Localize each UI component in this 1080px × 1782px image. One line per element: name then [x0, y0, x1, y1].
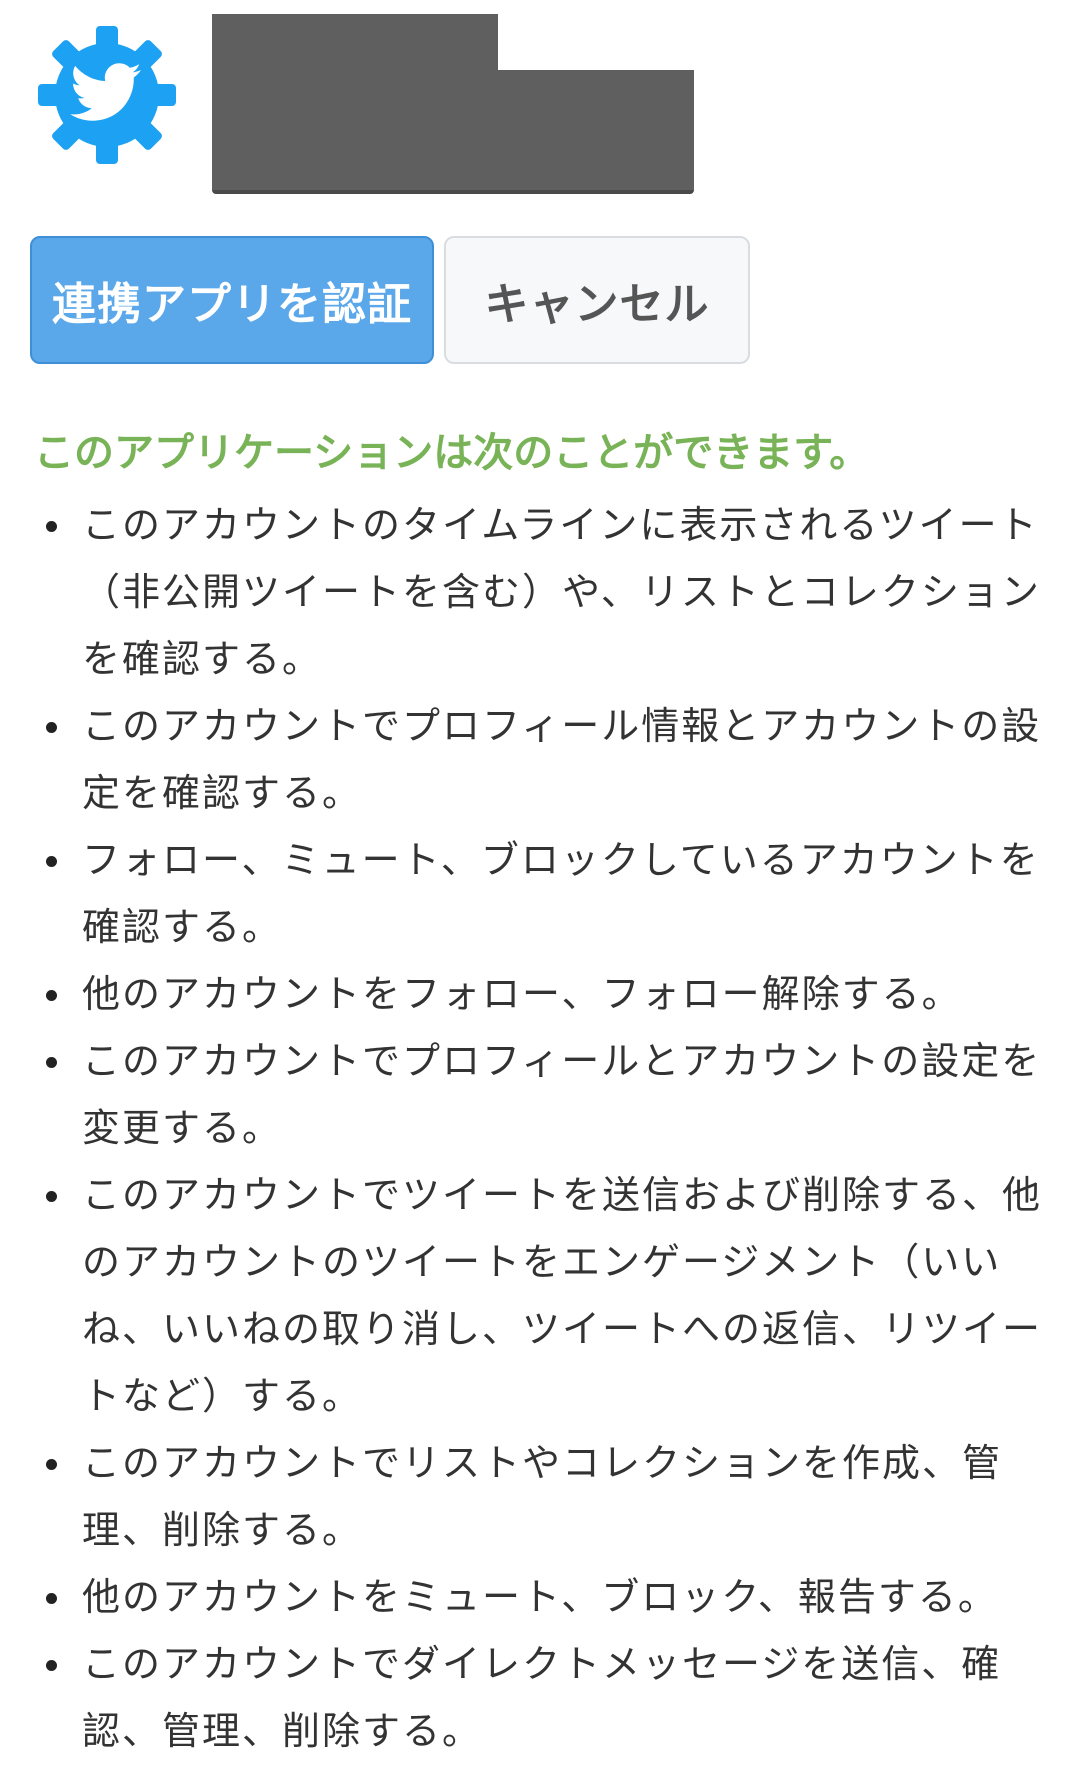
twitter-bird-gear-icon — [38, 26, 176, 164]
permission-text: このアカウントでプロフィールとアカウントの設定を変更する。 — [82, 1039, 1042, 1150]
permission-text: このアカウントでリストやコレクションを作成、管理、削除する。 — [82, 1441, 1003, 1552]
bullet-icon — [46, 1459, 57, 1470]
bullet-icon — [46, 990, 57, 1001]
redacted-app-name — [212, 14, 498, 74]
list-item: このアカウントでツイートを送信および削除する、他のアカウントのツイートをエンゲー… — [0, 1162, 1080, 1430]
cancel-button[interactable]: キャンセル — [444, 236, 750, 364]
list-item: このアカウントでプロフィールとアカウントの設定を変更する。 — [0, 1028, 1080, 1162]
list-item: 他のアカウントをミュート、ブロック、報告する。 — [0, 1564, 1080, 1631]
bullet-icon — [46, 1660, 57, 1671]
bullet-icon — [46, 1191, 57, 1202]
bullet-icon — [46, 1593, 57, 1604]
bullet-icon — [46, 856, 57, 867]
permission-text: フォロー、ミュート、ブロックしているアカウントを確認する。 — [82, 838, 1040, 949]
list-item: 他のアカウントをフォロー、フォロー解除する。 — [0, 961, 1080, 1028]
bullet-icon — [46, 1057, 57, 1068]
permission-text: 他のアカウントをフォロー、フォロー解除する。 — [82, 972, 962, 1016]
permissions-list: このアカウントのタイムラインに表示されるツイート（非公開ツイートを含む）や、リス… — [0, 492, 1080, 1765]
permission-text: このアカウントでプロフィール情報とアカウントの設定を確認する。 — [82, 704, 1042, 815]
permission-text: このアカウントでダイレクトメッセージを送信、確認、管理、削除する。 — [82, 1642, 1002, 1753]
permissions-heading: このアプリケーションは次のことができます。 — [34, 430, 870, 476]
list-item: このアカウントのタイムラインに表示されるツイート（非公開ツイートを含む）や、リス… — [0, 492, 1080, 693]
redacted-app-info — [212, 70, 694, 194]
list-item: このアカウントでプロフィール情報とアカウントの設定を確認する。 — [0, 693, 1080, 827]
app-header — [0, 0, 1080, 210]
permission-text: 他のアカウントをミュート、ブロック、報告する。 — [82, 1575, 998, 1619]
list-item: フォロー、ミュート、ブロックしているアカウントを確認する。 — [0, 827, 1080, 961]
permission-text: このアカウントのタイムラインに表示されるツイート（非公開ツイートを含む）や、リス… — [82, 503, 1041, 681]
permission-text: このアカウントでツイートを送信および削除する、他のアカウントのツイートをエンゲー… — [82, 1173, 1043, 1418]
list-item: このアカウントでリストやコレクションを作成、管理、削除する。 — [0, 1430, 1080, 1564]
bullet-icon — [46, 722, 57, 733]
authorize-app-button[interactable]: 連携アプリを認証 — [30, 236, 434, 364]
bullet-icon — [46, 521, 57, 532]
list-item: このアカウントでダイレクトメッセージを送信、確認、管理、削除する。 — [0, 1631, 1080, 1765]
